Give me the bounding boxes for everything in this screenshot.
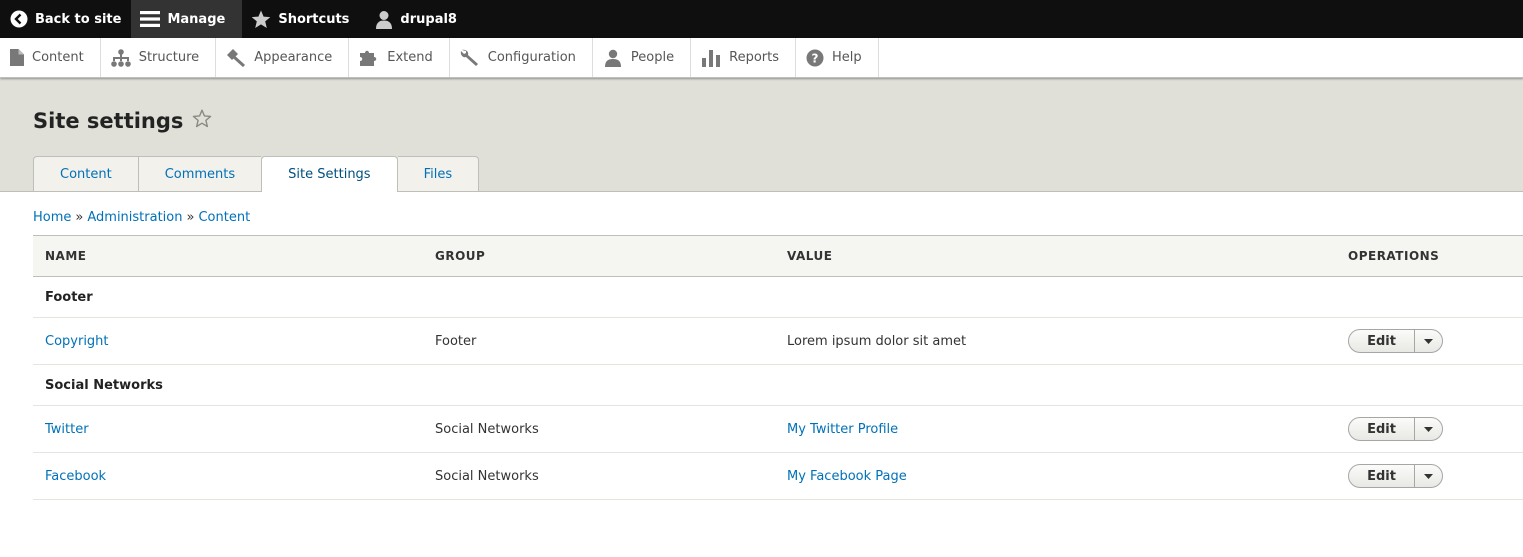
operations-dropbutton: Edit <box>1348 464 1443 488</box>
row-value-link[interactable]: My Twitter Profile <box>787 422 898 437</box>
manage-tab[interactable]: Manage <box>131 0 243 38</box>
tray-item-reports[interactable]: Reports <box>691 38 796 77</box>
group-title: Social Networks <box>33 364 1523 406</box>
table-row: Twitter Social Networks My Twitter Profi… <box>33 405 1523 453</box>
row-value: Lorem ipsum dolor sit amet <box>775 317 1336 365</box>
tab-comments[interactable]: Comments <box>137 156 262 191</box>
back-arrow-icon <box>10 10 28 28</box>
add-shortcut-star-icon[interactable] <box>192 109 212 133</box>
breadcrumb-content[interactable]: Content <box>198 210 250 225</box>
row-value-link[interactable]: My Facebook Page <box>787 469 907 484</box>
tray-item-label: Configuration <box>487 50 576 65</box>
table-row: Facebook Social Networks My Facebook Pag… <box>33 452 1523 500</box>
back-to-site-link[interactable]: Back to site <box>0 0 131 38</box>
file-icon <box>10 49 24 66</box>
column-header-group[interactable]: GROUP <box>423 235 775 277</box>
row-group: Social Networks <box>423 405 775 453</box>
edit-button[interactable]: Edit <box>1349 330 1415 352</box>
manage-label: Manage <box>167 11 226 27</box>
edit-button[interactable]: Edit <box>1349 465 1415 487</box>
table-header-row: NAME GROUP VALUE OPERATIONS <box>33 235 1523 277</box>
row-group: Footer <box>423 317 775 365</box>
caret-down-icon <box>1424 338 1433 344</box>
tray-item-content[interactable]: Content <box>0 38 101 77</box>
tray-item-appearance[interactable]: Appearance <box>216 38 350 77</box>
breadcrumb-home[interactable]: Home <box>33 210 71 225</box>
menu-icon <box>140 11 161 27</box>
tray-item-configuration[interactable]: Configuration <box>450 38 593 77</box>
back-to-site-label: Back to site <box>35 11 122 27</box>
primary-tabs: Content Comments Site Settings Files <box>33 156 480 192</box>
puzzle-icon <box>360 50 377 66</box>
column-header-name[interactable]: NAME <box>33 235 423 277</box>
tray-item-label: Structure <box>138 50 200 65</box>
table-row: Copyright Footer Lorem ipsum dolor sit a… <box>33 317 1523 365</box>
page-header: Site settings Content Comments Site Sett… <box>0 78 1523 192</box>
breadcrumb: Home» Administration» Content <box>33 210 250 225</box>
group-title: Footer <box>33 276 1523 318</box>
breadcrumb-separator: » <box>186 210 195 225</box>
tray-item-extend[interactable]: Extend <box>349 38 450 77</box>
tray-item-label: Extend <box>387 50 433 65</box>
edit-button[interactable]: Edit <box>1349 418 1415 440</box>
star-icon <box>252 10 271 28</box>
tray-item-structure[interactable]: Structure <box>101 38 217 77</box>
svg-text:?: ? <box>812 51 819 65</box>
page-title-text: Site settings <box>33 108 184 133</box>
help-icon: ? <box>806 49 824 66</box>
settings-table-wrapper: NAME GROUP VALUE OPERATIONS Footer Copyr… <box>33 235 1523 500</box>
tab-files[interactable]: Files <box>397 156 480 191</box>
sitemap-icon <box>110 48 131 67</box>
dropbutton-toggle[interactable] <box>1415 418 1442 440</box>
admin-menu-tray: Content Structure Appearance Extend Conf… <box>0 38 1523 78</box>
admin-toolbar: Back to site Manage Shortcuts drupal8 <box>0 0 1523 38</box>
row-name-link[interactable]: Copyright <box>45 334 109 349</box>
group-row-footer: Footer <box>33 276 1523 318</box>
column-header-operations: OPERATIONS <box>1336 235 1523 277</box>
row-name-link[interactable]: Facebook <box>45 469 106 484</box>
shortcuts-tab[interactable]: Shortcuts <box>242 0 359 38</box>
caret-down-icon <box>1424 473 1433 479</box>
user-tab[interactable]: drupal8 <box>359 0 467 38</box>
breadcrumb-separator: » <box>75 210 84 225</box>
bar-chart-icon <box>702 49 721 67</box>
tray-item-label: Content <box>32 50 84 65</box>
person-icon <box>604 49 621 67</box>
paint-icon <box>227 48 246 67</box>
row-name-link[interactable]: Twitter <box>45 422 89 437</box>
tray-item-help[interactable]: ? Help <box>796 38 879 77</box>
dropbutton-toggle[interactable] <box>1415 330 1442 352</box>
group-row-social-networks: Social Networks <box>33 364 1523 406</box>
tab-content[interactable]: Content <box>33 156 138 191</box>
page-title: Site settings <box>33 108 212 133</box>
settings-table: NAME GROUP VALUE OPERATIONS Footer Copyr… <box>33 235 1523 500</box>
tray-item-label: Appearance <box>254 50 333 65</box>
caret-down-icon <box>1424 426 1433 432</box>
tray-item-label: Help <box>832 50 862 65</box>
breadcrumb-administration[interactable]: Administration <box>87 210 182 225</box>
tray-item-label: People <box>630 50 675 65</box>
tray-item-people[interactable]: People <box>593 38 692 77</box>
tray-item-label: Reports <box>729 50 779 65</box>
user-icon <box>376 10 393 29</box>
user-label: drupal8 <box>400 11 457 27</box>
dropbutton-toggle[interactable] <box>1415 465 1442 487</box>
operations-dropbutton: Edit <box>1348 329 1443 353</box>
column-header-value[interactable]: VALUE <box>775 235 1336 277</box>
operations-dropbutton: Edit <box>1348 417 1443 441</box>
tab-site-settings[interactable]: Site Settings <box>261 156 398 192</box>
shortcuts-label: Shortcuts <box>278 11 350 27</box>
row-group: Social Networks <box>423 452 775 500</box>
wrench-icon <box>460 49 478 66</box>
